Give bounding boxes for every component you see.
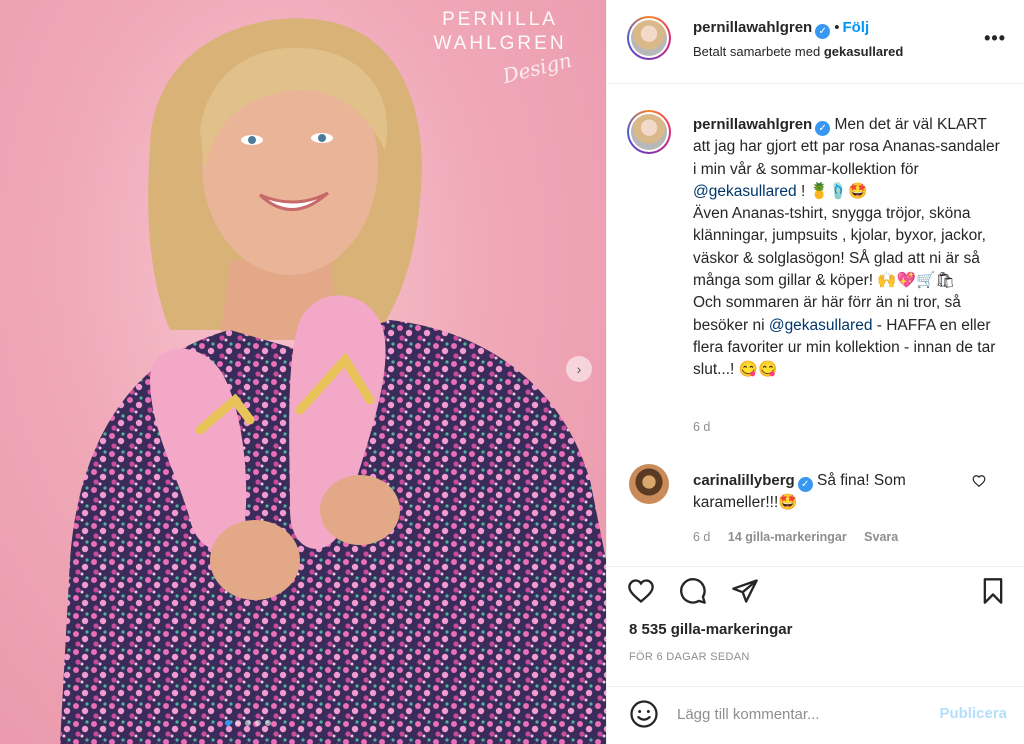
like-comment-icon[interactable]	[972, 474, 986, 491]
post-header: pernillawahlgren ✓ • Följ Betalt samarbete …	[607, 0, 1024, 84]
paid-partnership-label: Betalt samarbete med	[693, 44, 821, 59]
share-icon[interactable]	[731, 577, 759, 605]
emoji-icon[interactable]	[629, 699, 659, 729]
comment-text: carinalillyberg ✓ Så fina! Som karameller…	[693, 470, 973, 514]
chevron-right-icon: ›	[576, 361, 582, 377]
carousel-dot	[235, 720, 241, 726]
likes-count[interactable]: 8 535 gilla-markeringar	[629, 621, 792, 638]
comments-section: pernillawahlgren ✓ Men det är väl KLART a…	[607, 84, 1024, 566]
comment-username[interactable]: carinalillyberg	[693, 472, 795, 489]
carousel-dot	[265, 720, 271, 726]
caption-text: pernillawahlgren ✓ Men det är väl KLART a…	[693, 114, 1003, 382]
mention-link[interactable]: @gekasullared	[693, 183, 797, 200]
next-image-button[interactable]: ›	[566, 356, 592, 382]
post-photo[interactable]: PERNILLA WAHLGREN Design ›	[0, 0, 606, 744]
post-actions: 8 535 gilla-markeringar FÖR 6 DAGAR SEDA…	[607, 566, 1024, 686]
author-title: pernillawahlgren ✓ • Följ	[693, 19, 869, 39]
add-comment-bar: Publicera	[607, 686, 1024, 744]
caption-avatar[interactable]	[627, 110, 671, 154]
comment-timestamp[interactable]: 6 d	[693, 530, 710, 544]
carousel-dot	[225, 720, 231, 726]
carousel-indicator	[225, 720, 271, 726]
carousel-dot	[255, 720, 261, 726]
comment-input[interactable]	[677, 699, 927, 729]
comment-icon[interactable]	[679, 577, 707, 605]
brand-line1: PERNILLA	[442, 9, 558, 30]
verified-badge-icon: ✓	[797, 477, 813, 492]
caption-body-2: ! 🍍🩴🤩 Även Ananas-tshirt, snygga tröjor,…	[693, 182, 986, 334]
partner-link[interactable]: gekasullared	[824, 44, 904, 59]
verified-badge-icon: ✓	[815, 121, 831, 136]
author-username[interactable]: pernillawahlgren	[693, 19, 812, 36]
publish-button[interactable]: Publicera	[939, 705, 1007, 722]
separator-dot: •	[834, 19, 840, 36]
more-options-icon[interactable]: •••	[984, 28, 1006, 49]
post-details-panel: pernillawahlgren ✓ • Följ Betalt samarbete …	[606, 0, 1024, 744]
comment-meta: 6 d 14 gilla-markeringar Svara	[693, 530, 912, 544]
follow-button[interactable]: Följ	[842, 19, 869, 36]
verified-badge-icon: ✓	[815, 24, 831, 39]
bookmark-icon[interactable]	[979, 577, 1007, 605]
comment-likes[interactable]: 14 gilla-markeringar	[728, 530, 847, 544]
author-avatar[interactable]	[627, 16, 671, 60]
reply-button[interactable]: Svara	[864, 530, 898, 544]
heart-icon[interactable]	[627, 577, 655, 605]
carousel-dot	[245, 720, 251, 726]
caption-timestamp[interactable]: 6 d	[693, 420, 710, 434]
mention-link[interactable]: @gekasullared	[769, 317, 873, 334]
post-age[interactable]: FÖR 6 DAGAR SEDAN	[629, 651, 750, 663]
caption-username[interactable]: pernillawahlgren	[693, 116, 812, 133]
brand-logo: PERNILLA WAHLGREN Design	[410, 8, 590, 88]
post-image-illustration	[60, 18, 606, 744]
paid-partnership: Betalt samarbete med gekasullared	[693, 44, 903, 59]
